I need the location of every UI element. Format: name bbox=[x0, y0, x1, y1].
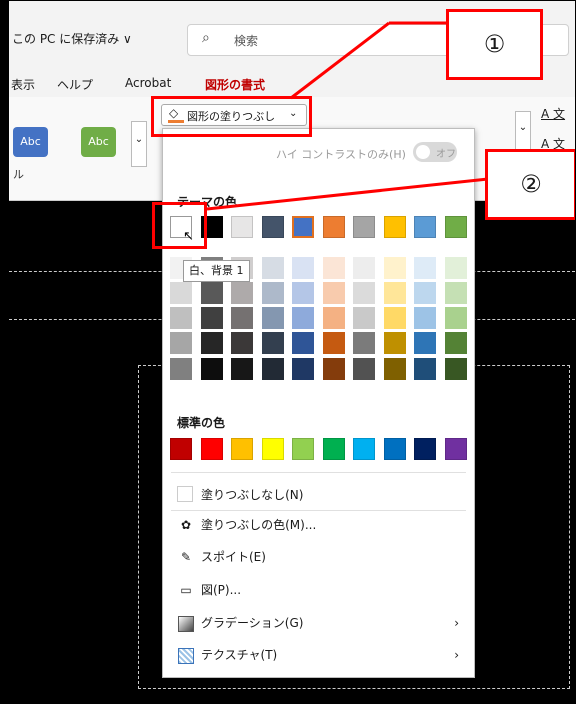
app-window: この PC に保存済み ∨ ⌕ 検索 表示 ヘルプ Acrobat 図形の書式 … bbox=[0, 0, 576, 704]
callout-2: ② bbox=[485, 149, 575, 220]
highlight-white-swatch bbox=[152, 202, 207, 249]
highlight-fill-button bbox=[151, 96, 312, 137]
callout-1: ① bbox=[446, 9, 543, 80]
